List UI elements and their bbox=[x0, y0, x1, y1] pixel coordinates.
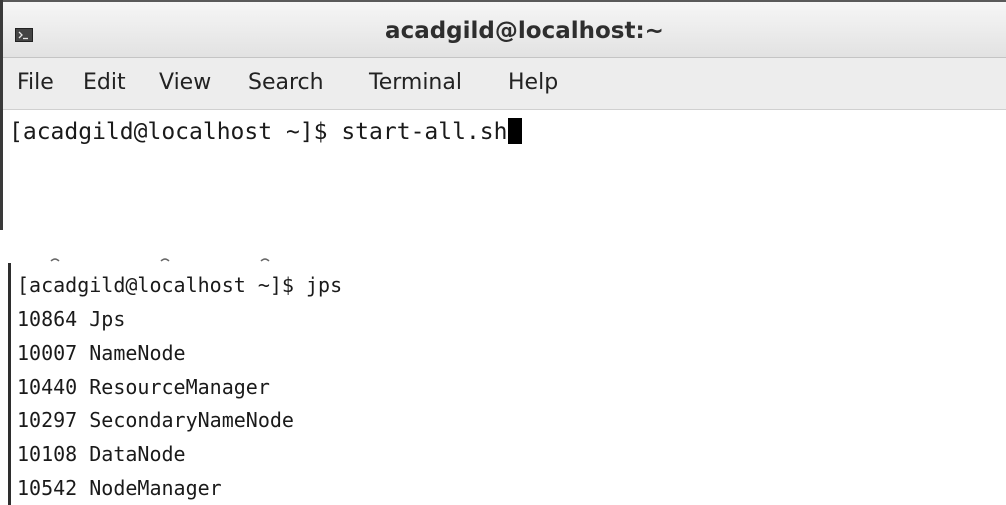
menu-edit[interactable]: Edit bbox=[83, 70, 126, 95]
menu-view[interactable]: View bbox=[159, 70, 211, 95]
terminal-text-area[interactable]: [acadgild@localhost ~]$ start-all.sh bbox=[3, 110, 1006, 230]
jps-output-panel: [acadgild@localhost ~]$ jps 10864 Jps 10… bbox=[8, 258, 611, 505]
process-name: NodeManager bbox=[89, 476, 222, 500]
process-row: 10440 ResourceManager bbox=[17, 375, 270, 400]
command-text: [acadgild@localhost ~]$ start-all.sh bbox=[9, 119, 508, 145]
text-cursor bbox=[507, 118, 522, 144]
process-pid: 10297 bbox=[17, 408, 78, 432]
process-pid: 10542 bbox=[17, 476, 78, 500]
process-pid: 10108 bbox=[17, 442, 78, 466]
process-name: Jps bbox=[89, 307, 126, 331]
jps-prompt-line: [acadgild@localhost ~]$ jps bbox=[17, 273, 343, 297]
window-title: acadgild@localhost:~ bbox=[385, 18, 664, 44]
terminal-window: acadgild@localhost:~ File Edit View Sear… bbox=[0, 0, 1006, 230]
process-name: SecondaryNameNode bbox=[89, 408, 294, 432]
menu-bar: File Edit View Search Terminal Help bbox=[3, 58, 1006, 110]
menu-help[interactable]: Help bbox=[508, 70, 558, 95]
command-line: [acadgild@localhost ~]$ start-all.sh bbox=[9, 118, 522, 145]
process-pid: 10007 bbox=[17, 341, 78, 365]
process-pid: 10864 bbox=[17, 307, 78, 331]
process-row: 10297 SecondaryNameNode bbox=[17, 408, 294, 433]
menu-file[interactable]: File bbox=[17, 70, 54, 95]
process-row: 10108 DataNode bbox=[17, 442, 186, 467]
process-row: 10542 NodeManager bbox=[17, 476, 222, 501]
process-name: NameNode bbox=[89, 341, 186, 365]
process-name: DataNode bbox=[89, 442, 186, 466]
process-row: 10007 NameNode bbox=[17, 341, 186, 366]
menu-terminal[interactable]: Terminal bbox=[369, 70, 462, 95]
process-row: 10864 Jps bbox=[17, 307, 125, 332]
window-titlebar[interactable]: acadgild@localhost:~ bbox=[3, 0, 1006, 58]
menu-search[interactable]: Search bbox=[248, 70, 324, 95]
process-name: ResourceManager bbox=[89, 375, 270, 399]
process-pid: 10440 bbox=[17, 375, 78, 399]
cropped-text-fragment bbox=[50, 258, 270, 262]
